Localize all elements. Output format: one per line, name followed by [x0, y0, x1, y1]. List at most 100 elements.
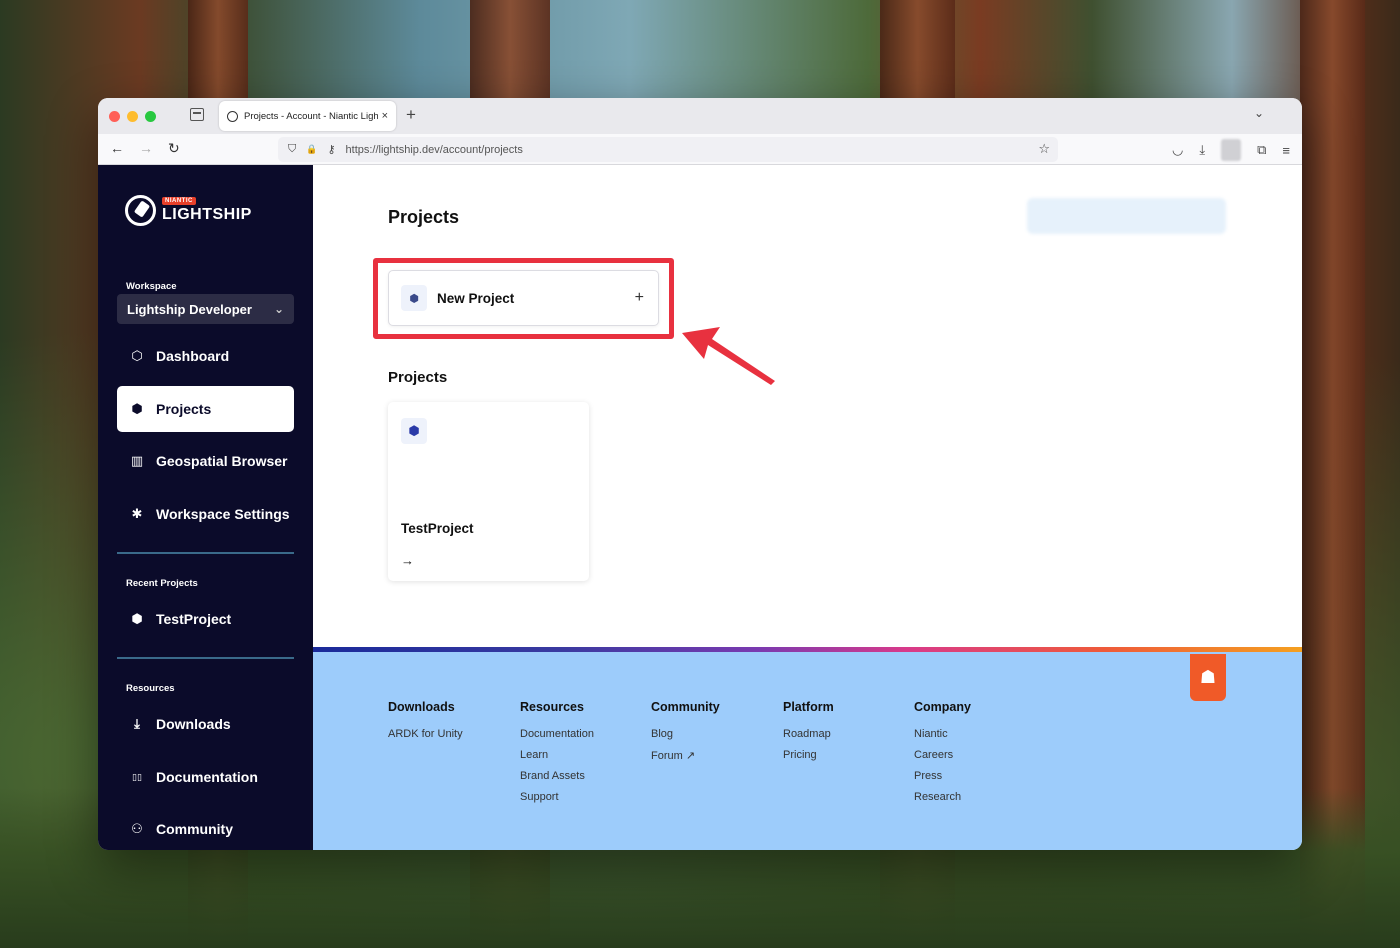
- resources-label: Resources: [126, 683, 175, 694]
- sidebar-item-label: Projects: [156, 401, 212, 417]
- sidebar-item-dashboard[interactable]: ⬡ Dashboard: [117, 333, 294, 379]
- sidebar-item-downloads[interactable]: ⤓ Downloads: [117, 701, 294, 747]
- toolbar-right: ◡ ⤓ ⧉ ≡: [1172, 139, 1290, 161]
- menu-icon[interactable]: ≡: [1282, 143, 1290, 158]
- shield-icon[interactable]: ⛉: [288, 143, 296, 156]
- footer-link[interactable]: Support: [520, 791, 594, 803]
- extensions-icon[interactable]: ⧉: [1257, 142, 1266, 158]
- sidebar-item-label: TestProject: [156, 611, 232, 627]
- logo-text: NIANTIC LIGHTSHIP: [162, 197, 252, 224]
- sidebar-item-recent-testproject[interactable]: ⬢ TestProject: [117, 596, 294, 642]
- people-icon: ⚇: [131, 821, 143, 836]
- footer-column-title: Downloads: [388, 700, 455, 714]
- projects-icon: ⬢: [131, 401, 143, 416]
- footer-link[interactable]: Niantic: [914, 728, 971, 740]
- page-content: NIANTIC LIGHTSHIP Workspace Lightship De…: [98, 165, 1302, 850]
- book-icon: ▯▯: [132, 771, 142, 782]
- footer-column-community: Community Blog Forum ↗: [651, 700, 720, 771]
- sidebar-item-label: Dashboard: [156, 348, 230, 364]
- footer-link[interactable]: ARDK for Unity: [388, 728, 463, 740]
- footer-link[interactable]: Brand Assets: [520, 770, 594, 782]
- tab-close-icon[interactable]: ×: [382, 110, 388, 122]
- lock-icon[interactable]: 🔒: [306, 144, 317, 155]
- unity-icon: ⬢: [131, 611, 143, 626]
- back-icon[interactable]: ←: [110, 140, 124, 156]
- tab-overview-icon[interactable]: [190, 108, 204, 121]
- reload-icon[interactable]: ↻: [168, 140, 180, 157]
- sidebar-item-projects[interactable]: ⬢ Projects: [117, 386, 294, 432]
- footer-link[interactable]: Press: [914, 770, 971, 782]
- window-controls: [109, 111, 156, 122]
- tab-bar: Projects - Account - Niantic Lightship ×…: [98, 98, 1302, 134]
- footer-column-platform: Platform Roadmap Pricing: [783, 700, 834, 770]
- footer-column-title: Community: [651, 700, 720, 714]
- globe-icon: [227, 110, 238, 122]
- footer-link[interactable]: Forum ↗: [651, 749, 720, 762]
- sidebar-item-geospatial-browser[interactable]: ▥ Geospatial Browser: [117, 438, 294, 484]
- download-icon[interactable]: ⤓: [1199, 142, 1205, 158]
- tab-title: Projects - Account - Niantic Lightship: [244, 110, 378, 122]
- sidebar-item-label: Documentation: [156, 769, 258, 785]
- tab-list-chevron-icon[interactable]: ⌄: [1254, 106, 1264, 120]
- forward-icon[interactable]: →: [139, 140, 153, 156]
- gear-icon: ✱: [131, 506, 143, 521]
- key-icon[interactable]: ⚷: [327, 143, 335, 156]
- sidebar-divider: [117, 657, 294, 659]
- bookmark-star-icon[interactable]: ☆: [1038, 141, 1050, 157]
- highlight-box-annotation: [373, 258, 674, 339]
- unity-icon: ⬢: [401, 418, 427, 444]
- projects-section-title: Projects: [388, 369, 448, 386]
- niantic-mascot-icon[interactable]: ☗: [1190, 654, 1226, 701]
- pocket-icon[interactable]: ◡: [1172, 142, 1183, 158]
- browser-tab-active[interactable]: Projects - Account - Niantic Lightship ×: [219, 101, 396, 131]
- footer-link[interactable]: Blog: [651, 728, 720, 740]
- sidebar-divider: [117, 552, 294, 554]
- logo-badge: NIANTIC: [162, 197, 196, 205]
- map-icon: ▥: [130, 453, 144, 468]
- minimize-window-button[interactable]: [127, 111, 138, 122]
- sidebar-item-label: Downloads: [156, 716, 231, 732]
- sidebar: NIANTIC LIGHTSHIP Workspace Lightship De…: [98, 165, 313, 850]
- footer-column-company: Company Niantic Careers Press Research: [914, 700, 971, 812]
- footer-column-title: Platform: [783, 700, 834, 714]
- project-card[interactable]: ⬢ TestProject →: [388, 402, 589, 581]
- workspace-value: Lightship Developer: [127, 301, 252, 317]
- sidebar-item-label: Workspace Settings: [156, 506, 290, 522]
- lightship-logo[interactable]: NIANTIC LIGHTSHIP: [125, 195, 252, 226]
- sidebar-item-workspace-settings[interactable]: ✱ Workspace Settings: [117, 491, 294, 537]
- footer-link[interactable]: Documentation: [520, 728, 594, 740]
- navigation-toolbar: ← → ↻ ⛉ 🔒 ⚷ https://lightship.dev/accoun…: [98, 134, 1302, 165]
- arrow-annotation: [682, 327, 775, 385]
- footer-link[interactable]: Roadmap: [783, 728, 834, 740]
- page-title: Projects: [388, 207, 460, 227]
- project-name: TestProject: [401, 521, 474, 536]
- footer-column-downloads: Downloads ARDK for Unity: [388, 700, 463, 749]
- main-panel: Projects ⬢ New Project + Projects ⬢ Test…: [313, 165, 1302, 647]
- sidebar-item-label: Community: [156, 821, 233, 837]
- workspace-label: Workspace: [126, 281, 177, 292]
- footer-link[interactable]: Research: [914, 791, 971, 803]
- sidebar-item-documentation[interactable]: ▯▯ Documentation: [117, 754, 294, 800]
- workspace-select[interactable]: Lightship Developer ⌄: [117, 294, 294, 324]
- footer-column-title: Company: [914, 700, 971, 714]
- footer-column-resources: Resources Documentation Learn Brand Asse…: [520, 700, 594, 812]
- lightship-logo-icon: [125, 195, 156, 226]
- logo-wordmark: LIGHTSHIP: [162, 206, 252, 223]
- footer-link[interactable]: Learn: [520, 749, 594, 761]
- chevron-down-icon: ⌄: [273, 302, 284, 316]
- footer-link[interactable]: Careers: [914, 749, 971, 761]
- arrow-right-icon[interactable]: →: [401, 553, 414, 568]
- new-tab-button[interactable]: +: [406, 105, 416, 125]
- cube-icon: ⬡: [131, 348, 143, 363]
- close-window-button[interactable]: [109, 111, 120, 122]
- url-text[interactable]: https://lightship.dev/account/projects: [346, 144, 523, 156]
- sidebar-item-community[interactable]: ⚇ Community: [117, 806, 294, 850]
- address-bar[interactable]: ⛉ 🔒 ⚷ https://lightship.dev/account/proj…: [278, 137, 1058, 162]
- maximize-window-button[interactable]: [145, 111, 156, 122]
- sidebar-item-label: Geospatial Browser: [156, 453, 288, 469]
- footer-link[interactable]: Pricing: [783, 749, 834, 761]
- browser-window: Projects - Account - Niantic Lightship ×…: [98, 98, 1302, 850]
- recent-projects-label: Recent Projects: [126, 578, 198, 589]
- footer-column-title: Resources: [520, 700, 584, 714]
- profile-avatar[interactable]: [1221, 139, 1242, 161]
